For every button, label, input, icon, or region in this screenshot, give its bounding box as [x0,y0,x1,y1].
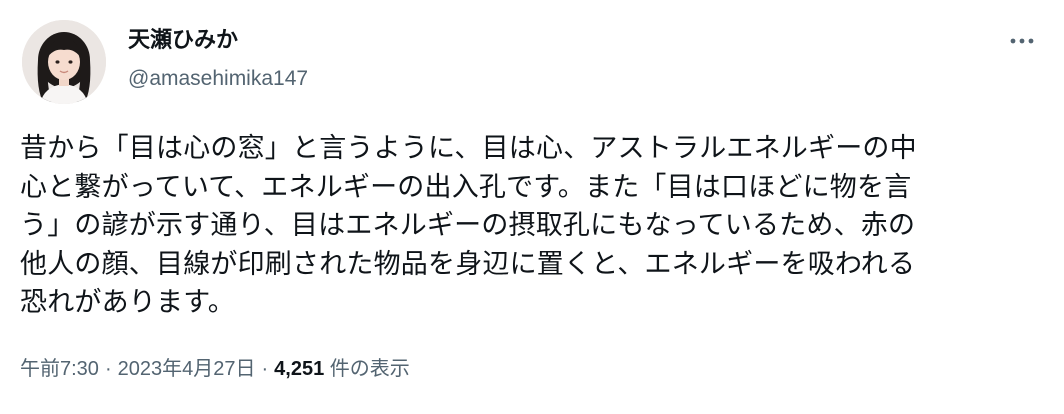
tweet-text-line: 昔から「目は心の窓」と言うように、目は心、アストラルエネルギーの中 [20,133,917,164]
tweet-text-line: 他人の顔、目線が印刷された物品を身辺に置くと、エネルギーを吸われる [20,248,916,280]
tweet-card: 天瀬ひみか @amasehimika147 昔から「目は心の窓」と言うように、目… [0,0,1064,414]
more-options-button[interactable] [1000,26,1044,56]
tweet-text-line: 恐れがあります。 [20,287,235,318]
tweet-text: 昔から「目は心の窓」と言うように、目は心、アストラルエネルギーの中 心と繋がって… [20,130,1050,323]
meta-separator: · [261,358,269,380]
author-display-name[interactable]: 天瀬ひみか [128,26,238,56]
author-handle[interactable]: @amasehimika147 [128,64,308,94]
avatar-photo [22,20,106,104]
views-count[interactable]: 4,251 [274,358,324,380]
tweet-meta: 午前7:30 · 2023年4月27日 · 4,251 件の表示 [20,354,410,384]
tweet-time-link[interactable]: 午前7:30 [20,358,99,380]
tweet-date-link[interactable]: 2023年4月27日 [118,358,256,380]
tweet-text-line: う」の諺が示す通り、目はエネルギーの摂取孔にもなっているため、赤の [20,210,916,241]
meta-separator: · [104,358,112,380]
avatar[interactable] [22,20,106,104]
tweet-text-line: 心と繋がっていて、エネルギーの出入孔です。また「目は口ほどに物を言 [20,171,912,203]
views-label: 件の表示 [329,358,410,380]
more-horizontal-icon [1009,37,1035,45]
